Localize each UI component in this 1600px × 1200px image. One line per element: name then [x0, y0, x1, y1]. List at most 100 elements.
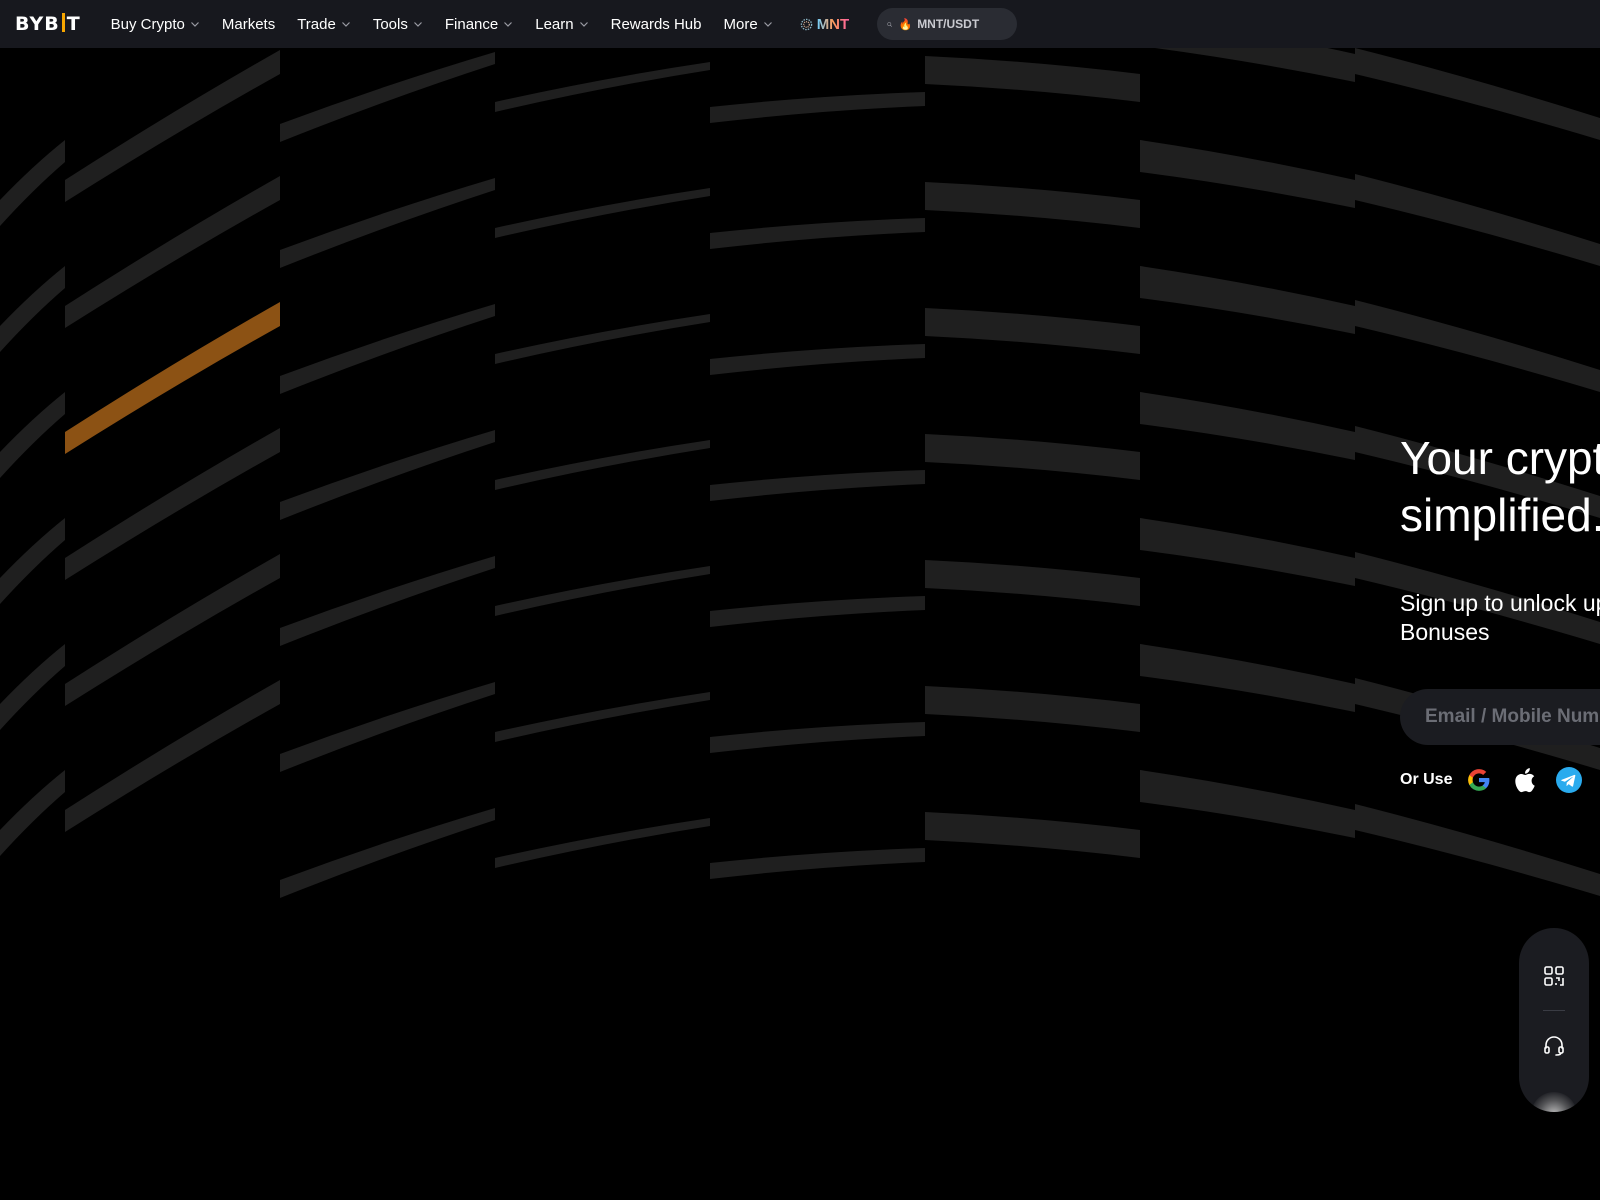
logo-text-right: T	[66, 13, 81, 35]
background-stripe	[1355, 48, 1600, 140]
floating-action-widget	[1519, 928, 1589, 1112]
chevron-down-icon	[341, 22, 350, 27]
hero-subtitle: Sign up to unlock up Bonuses	[1400, 589, 1600, 647]
background-stripe	[1140, 644, 1355, 712]
hero-title-line1: Your crypto	[1400, 432, 1600, 484]
background-stripe	[280, 178, 495, 268]
background-stripe	[0, 518, 65, 604]
background-stripe	[0, 266, 65, 352]
background-stripe	[925, 812, 1140, 858]
nav-item-label: Finance	[444, 15, 499, 33]
background-stripe	[710, 722, 925, 753]
background-stripe	[280, 556, 495, 646]
hero-title: Your crypto simplified.	[1400, 430, 1600, 544]
background-stripe	[0, 644, 65, 730]
background-stripe	[1140, 266, 1355, 334]
background-stripe	[710, 596, 925, 627]
background-stripe	[925, 56, 1140, 102]
logo-text-left: BYB	[15, 13, 60, 35]
mantle-icon	[800, 18, 812, 30]
background-stripe	[495, 818, 710, 868]
nav-item-markets[interactable]: Markets	[222, 16, 275, 33]
chevron-down-icon	[413, 22, 422, 27]
bybit-logo[interactable]: BYB T	[15, 0, 81, 48]
nav-item-rewards-hub[interactable]: Rewards Hub	[611, 16, 702, 33]
nav-item-tools[interactable]: Tools	[373, 16, 423, 33]
nav-item-label: Trade	[297, 15, 336, 33]
nav-item-label: Markets	[221, 15, 276, 33]
background-stripe	[710, 344, 925, 375]
search-icon	[887, 21, 893, 27]
headset-icon	[1544, 1036, 1564, 1056]
apple-login-button[interactable]	[1511, 767, 1537, 793]
background-stripe	[0, 392, 65, 478]
background-stripe	[710, 470, 925, 501]
mnt-label: MNT	[816, 15, 850, 33]
background-stripe	[65, 680, 280, 832]
background-stripe	[65, 50, 280, 202]
background-stripe	[0, 140, 65, 226]
search-input[interactable]	[917, 17, 1018, 31]
background-stripe	[280, 430, 495, 520]
background-stripe	[710, 218, 925, 249]
background-stripe	[1355, 174, 1600, 266]
email-input-wrapper[interactable]	[1400, 689, 1600, 745]
background-stripe	[1355, 300, 1600, 392]
background-stripe	[495, 566, 710, 616]
background-stripe	[1355, 804, 1600, 896]
chevron-down-icon	[190, 22, 199, 27]
nav-item-more[interactable]: More	[724, 16, 773, 33]
email-mobile-input[interactable]	[1425, 706, 1600, 728]
or-use-label: Or Use	[1400, 771, 1453, 788]
background-stripe	[925, 686, 1140, 732]
background-stripe	[495, 188, 710, 238]
social-login-row: Or Use	[1400, 767, 1600, 793]
telegram-login-button[interactable]	[1556, 767, 1583, 793]
nav-item-label: Tools	[372, 15, 408, 33]
background-stripe	[280, 808, 495, 898]
apple-icon	[1515, 768, 1536, 793]
logo-accent-bar	[61, 12, 65, 32]
nav-item-finance[interactable]: Finance	[445, 16, 513, 33]
hero-subtitle-line2: Bonuses	[1400, 619, 1490, 645]
nav-item-label: Rewards Hub	[610, 15, 702, 33]
chevron-down-icon	[504, 22, 513, 27]
nav-item-trade[interactable]: Trade	[297, 16, 351, 33]
hero-subtitle-line1: Sign up to unlock up	[1400, 590, 1600, 616]
customer-support-button[interactable]	[1534, 1025, 1574, 1065]
hero-title-line2: simplified.	[1400, 489, 1600, 541]
highlight-stripe	[65, 302, 280, 454]
chevron-down-icon	[763, 22, 772, 27]
background-stripe	[65, 176, 280, 328]
background-stripe	[65, 428, 280, 580]
background-stripe	[280, 682, 495, 772]
search-box[interactable]: 🔥	[877, 8, 1018, 40]
background-stripe	[280, 52, 495, 142]
qr-code-button[interactable]	[1534, 956, 1574, 996]
mnt-link[interactable]: MNT	[800, 15, 850, 33]
background-stripe	[925, 182, 1140, 228]
nav-item-label: More	[723, 15, 758, 33]
fire-icon: 🔥	[898, 18, 913, 31]
chevron-down-icon	[579, 22, 588, 27]
google-login-button[interactable]	[1466, 767, 1492, 793]
background-stripe	[495, 440, 710, 490]
qr-code-icon	[1544, 966, 1564, 986]
nav-menu: Buy Crypto Markets Trade Tools Finance L…	[111, 0, 1018, 48]
background-stripe	[925, 308, 1140, 354]
page: BYB T Buy Crypto Markets Trade Tools Fina…	[0, 0, 1600, 1200]
nav-item-label: Learn	[535, 15, 574, 33]
telegram-icon	[1556, 767, 1583, 793]
background-stripe	[495, 314, 710, 364]
background-stripe	[925, 560, 1140, 606]
background-stripe	[0, 770, 65, 856]
nav-item-learn[interactable]: Learn	[535, 16, 588, 33]
background-stripe	[1140, 770, 1355, 838]
hero-section: Your crypto simplified. Sign up to unloc…	[1400, 430, 1600, 793]
background-stripe	[1140, 392, 1355, 460]
background-stripe	[495, 692, 710, 742]
background-stripe	[65, 554, 280, 706]
top-navbar: BYB T Buy Crypto Markets Trade Tools Fina…	[0, 0, 1600, 48]
background-stripe	[925, 434, 1140, 480]
nav-item-buy-crypto[interactable]: Buy Crypto	[111, 16, 200, 33]
